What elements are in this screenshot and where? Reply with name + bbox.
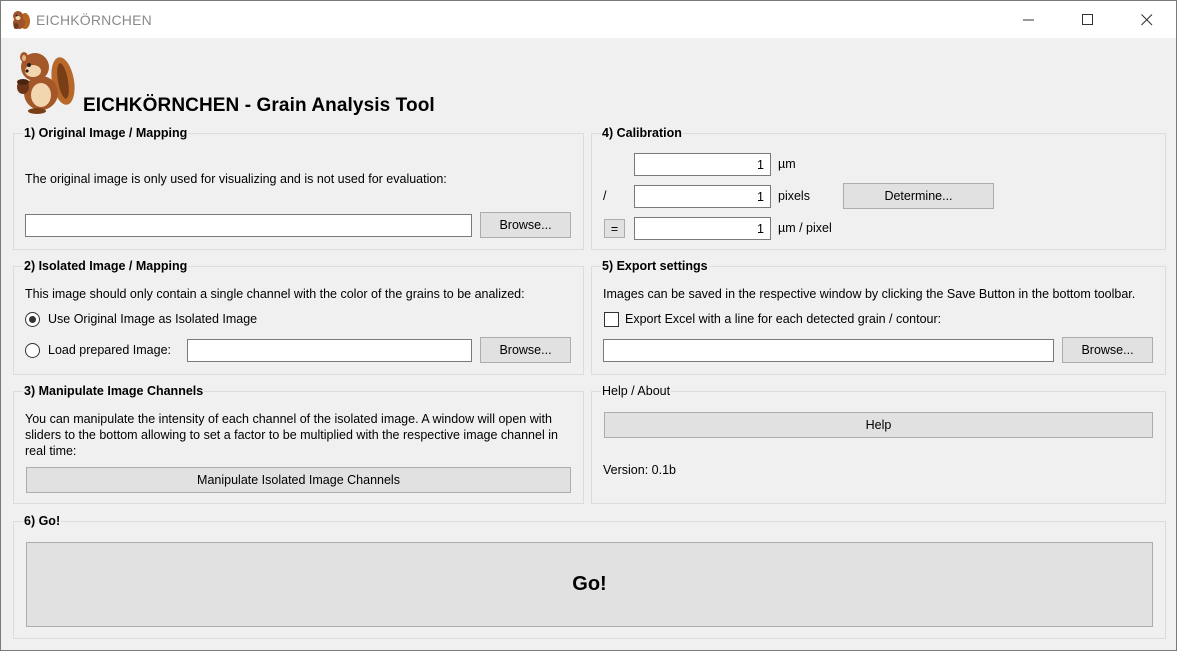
minimize-icon	[1023, 19, 1034, 20]
export-path-input[interactable]	[603, 339, 1054, 362]
micrometer-input[interactable]	[634, 153, 771, 176]
close-icon	[1141, 13, 1153, 25]
original-image-title: 1) Original Image / Mapping	[23, 126, 189, 140]
app-heading: EICHKÖRNCHEN - Grain Analysis Tool	[83, 95, 435, 116]
load-prepared-label[interactable]: Load prepared Image:	[48, 343, 171, 357]
equals-button[interactable]: =	[604, 219, 625, 238]
micrometer-unit: µm	[778, 157, 796, 171]
go-button[interactable]: Go!	[26, 542, 1153, 627]
load-prepared-radio[interactable]	[25, 343, 40, 358]
channels-title: 3) Manipulate Image Channels	[23, 384, 205, 398]
help-button[interactable]: Help	[604, 412, 1153, 438]
version-text: Version: 0.1b	[603, 463, 676, 477]
export-description: Images can be saved in the respective wi…	[603, 287, 1136, 301]
maximize-icon	[1082, 13, 1093, 25]
title-bar: EICHKÖRNCHEN	[1, 1, 1176, 38]
use-original-radio[interactable]	[25, 312, 40, 327]
main-window: EICHKÖRNCHEN EICHKÖRNCHEN - Grain Analys…	[0, 0, 1177, 651]
use-original-label[interactable]: Use Original Image as Isolated Image	[48, 312, 257, 326]
export-title: 5) Export settings	[601, 259, 709, 273]
isolated-image-title: 2) Isolated Image / Mapping	[23, 259, 189, 273]
result-unit: µm / pixel	[778, 221, 832, 235]
close-button[interactable]	[1118, 1, 1176, 38]
isolated-browse-button[interactable]: Browse...	[480, 337, 571, 363]
calibration-title: 4) Calibration	[601, 126, 683, 140]
chipmunk-icon	[13, 11, 30, 29]
pixels-input[interactable]	[634, 185, 771, 208]
manipulate-channels-button[interactable]: Manipulate Isolated Image Channels	[26, 467, 571, 493]
window-title: EICHKÖRNCHEN	[36, 12, 152, 28]
original-image-description: The original image is only used for visu…	[25, 172, 447, 186]
isolated-image-path-input[interactable]	[187, 339, 472, 362]
go-title: 6) Go!	[23, 514, 62, 528]
chipmunk-logo-icon	[17, 52, 75, 114]
pixels-unit: pixels	[778, 189, 810, 203]
maximize-button[interactable]	[1059, 1, 1117, 38]
export-excel-label[interactable]: Export Excel with a line for each detect…	[625, 312, 941, 326]
help-group	[591, 391, 1166, 504]
minimize-button[interactable]	[1000, 1, 1058, 38]
original-image-path-input[interactable]	[25, 214, 472, 237]
channels-description: You can manipulate the intensity of each…	[25, 412, 558, 458]
original-browse-button[interactable]: Browse...	[480, 212, 571, 238]
isolated-image-description: This image should only contain a single …	[25, 287, 525, 301]
determine-button[interactable]: Determine...	[843, 183, 994, 209]
result-input[interactable]	[634, 217, 771, 240]
divide-symbol: /	[603, 189, 607, 203]
export-excel-checkbox[interactable]	[604, 312, 619, 327]
help-title: Help / About	[601, 384, 672, 398]
export-browse-button[interactable]: Browse...	[1062, 337, 1153, 363]
